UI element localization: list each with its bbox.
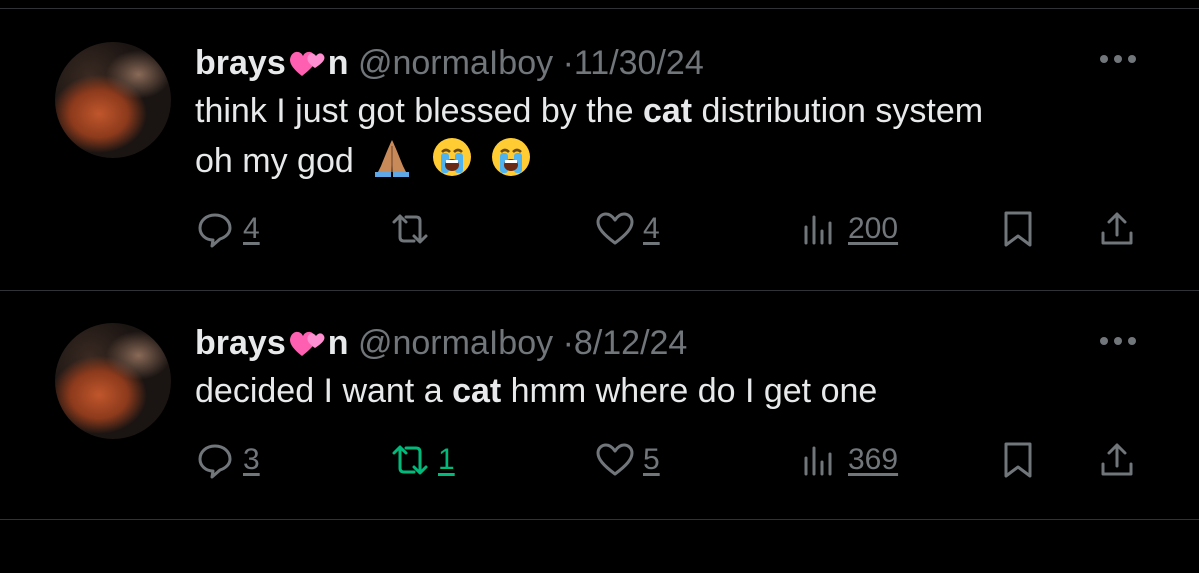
share-icon — [1101, 212, 1133, 245]
more-options-icon[interactable] — [1097, 49, 1139, 69]
tweet-header: brays n @normaIboy ·11/30/24 — [195, 43, 704, 83]
tweet-actions: 3 1 5 369 — [195, 438, 1145, 482]
loudly-crying-face-emoji-icon — [432, 138, 471, 176]
like-button[interactable]: 5 — [595, 438, 660, 482]
tweet-date[interactable]: 8/12/24 — [574, 324, 687, 362]
tweet-2[interactable]: brays n @normaIboy ·8/12/24 decided I wan… — [0, 291, 1199, 573]
reply-icon — [198, 213, 232, 248]
like-button[interactable]: 4 — [595, 207, 660, 251]
bookmark-icon — [1004, 211, 1032, 247]
heart-icon — [596, 443, 634, 476]
more-options-icon[interactable] — [1097, 331, 1139, 351]
reply-count: 3 — [243, 443, 260, 476]
share-button[interactable] — [1097, 438, 1137, 482]
repost-count: 1 — [438, 443, 455, 476]
reply-button[interactable]: 4 — [195, 207, 260, 251]
like-count: 5 — [643, 443, 660, 476]
tweet-date[interactable]: 11/30/24 — [574, 44, 704, 82]
folded-hands-emoji-icon — [375, 140, 410, 177]
tweet-text: think I just got blessed by the cat dist… — [195, 92, 984, 180]
heart-icon — [596, 212, 634, 245]
bookmark-button[interactable] — [998, 438, 1038, 482]
avatar[interactable] — [55, 42, 171, 158]
user-handle[interactable]: @normaIboy — [358, 324, 553, 362]
bookmark-button[interactable] — [998, 207, 1038, 251]
loudly-crying-face-emoji-icon — [492, 138, 531, 176]
view-count: 200 — [848, 212, 899, 245]
reply-button[interactable]: 3 — [195, 438, 260, 482]
user-handle[interactable]: @normaIboy — [358, 44, 553, 82]
views-button[interactable]: 200 — [800, 207, 898, 251]
separator-dot: · — [562, 324, 574, 362]
views-chart-icon — [804, 446, 832, 476]
repost-button[interactable]: 1 — [390, 438, 455, 482]
share-button[interactable] — [1097, 207, 1137, 251]
repost-icon — [392, 445, 428, 475]
separator-dot: · — [562, 44, 574, 82]
views-chart-icon — [804, 215, 832, 245]
view-count: 369 — [848, 443, 899, 476]
display-name[interactable]: brays n — [195, 324, 349, 362]
tweet-actions: 4 4 200 — [195, 207, 1145, 251]
tweet-text: decided I want a cat hmm where do I get … — [195, 372, 878, 410]
bookmark-icon — [1004, 442, 1032, 478]
share-icon — [1101, 443, 1133, 476]
reply-count: 4 — [243, 212, 260, 245]
bottom-divider — [0, 519, 1199, 520]
like-count: 4 — [643, 212, 660, 245]
repost-icon — [392, 214, 428, 244]
two-hearts-emoji-icon — [289, 51, 325, 76]
tweet-header: brays n @normaIboy ·8/12/24 — [195, 323, 687, 363]
reply-icon — [198, 444, 232, 479]
views-button[interactable]: 369 — [800, 438, 898, 482]
avatar[interactable] — [55, 323, 171, 439]
two-hearts-emoji-icon — [289, 331, 325, 356]
repost-button[interactable] — [390, 207, 438, 251]
tweet-1[interactable]: brays n @normaIboy ·11/30/24 think I just… — [0, 9, 1199, 291]
display-name[interactable]: brays n — [195, 44, 349, 82]
